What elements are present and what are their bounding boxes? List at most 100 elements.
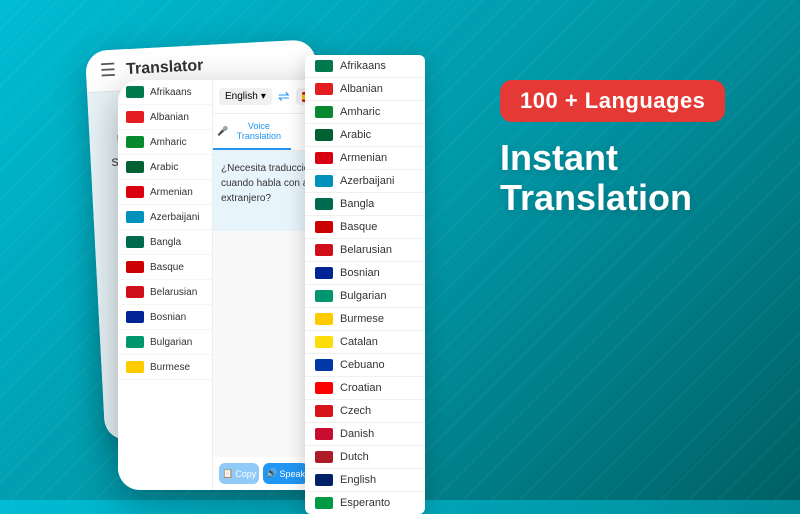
sidebar-language-item[interactable]: Azerbaijani [118,205,212,230]
phone-back-title: Translator [126,57,204,79]
flag-icon [126,311,144,323]
hamburger-icon: ☰ [99,60,116,82]
dropdown-language-item[interactable]: Afrikaans [305,55,425,78]
language-name: Czech [340,405,371,417]
language-name: English [340,474,376,486]
language-name: Azerbaijani [340,175,394,187]
swap-languages-icon[interactable]: ⇌ [276,88,292,105]
language-name: Burmese [340,313,384,325]
dropdown-language-item[interactable]: Burmese [305,308,425,331]
dropdown-language-item[interactable]: Bosnian [305,262,425,285]
dropdown-language-item[interactable]: English [305,469,425,492]
flag-icon [315,152,333,164]
flag-icon [126,236,144,248]
flag-icon [126,161,144,173]
dropdown-language-item[interactable]: Basque [305,216,425,239]
sidebar-language-item[interactable]: Basque [118,255,212,280]
flag-icon [126,86,144,98]
flag-icon [126,361,144,373]
sidebar-language-item[interactable]: Bulgarian [118,330,212,355]
dropdown-language-item[interactable]: Catalan [305,331,425,354]
flag-icon [126,261,144,273]
flag-icon [315,106,333,118]
flag-icon [315,359,333,371]
language-name: Belarusian [340,244,392,256]
language-name: Bulgarian [340,290,386,302]
language-dropdown[interactable]: Afrikaans Albanian Amharic Arabic Armenian Az… [305,55,425,514]
language-name: Esperanto [340,497,390,509]
language-name: Bosnian [340,267,380,279]
language-name: Bangla [150,237,181,248]
language-name: Arabic [340,129,371,141]
flag-icon [126,186,144,198]
dropdown-language-item[interactable]: Danish [305,423,425,446]
dropdown-language-item[interactable]: Bangla [305,193,425,216]
language-name: Bosnian [150,312,186,323]
right-content-panel: 100 + Languages Instant Translation [500,80,760,217]
dropdown-language-item[interactable]: Amharic [305,101,425,124]
dropdown-arrow-icon: ▾ [261,91,266,102]
dropdown-language-item[interactable]: Esperanto [305,492,425,514]
language-name: Burmese [150,362,190,373]
sidebar-language-item[interactable]: Bosnian [118,305,212,330]
sidebar-language-item[interactable]: Albanian [118,105,212,130]
dropdown-language-item[interactable]: Azerbaijani [305,170,425,193]
flag-icon [126,286,144,298]
language-name: Armenian [340,152,387,164]
flag-icon [315,428,333,440]
from-language-button[interactable]: English ▾ [219,88,272,105]
language-name: Afrikaans [340,60,386,72]
dropdown-language-item[interactable]: Armenian [305,147,425,170]
copy-button[interactable]: 📋 Copy [219,463,259,484]
flag-icon [315,474,333,486]
language-name: Amharic [340,106,380,118]
sidebar-language-item[interactable]: Amharic [118,130,212,155]
mic-icon: 🎤 [217,126,228,137]
flag-icon [126,111,144,123]
flag-icon [315,221,333,233]
language-name: Albanian [150,112,189,123]
language-name: Albanian [340,83,383,95]
sidebar-language-item[interactable]: Burmese [118,355,212,380]
language-name: Croatian [340,382,382,394]
sidebar-language-item[interactable]: Arabic [118,155,212,180]
language-name: Armenian [150,187,193,198]
copy-icon: 📋 [222,468,233,479]
dropdown-language-item[interactable]: Arabic [305,124,425,147]
from-language-label: English [225,91,258,102]
language-name: Basque [150,262,184,273]
language-name: Azerbaijani [150,212,199,223]
flag-icon [315,60,333,72]
sidebar-language-item[interactable]: Afrikaans [118,80,212,105]
flag-icon [315,175,333,187]
flag-icon [315,198,333,210]
dropdown-language-item[interactable]: Croatian [305,377,425,400]
dropdown-language-item[interactable]: Bulgarian [305,285,425,308]
flag-icon [315,497,333,509]
flag-icon [315,313,333,325]
flag-icon [315,451,333,463]
dropdown-language-item[interactable]: Dutch [305,446,425,469]
language-name: Basque [340,221,377,233]
flag-icon [315,267,333,279]
language-name: Dutch [340,451,369,463]
dropdown-language-item[interactable]: Albanian [305,78,425,101]
sidebar-language-item[interactable]: Armenian [118,180,212,205]
tagline-text: Instant Translation [500,138,692,217]
flag-icon [315,244,333,256]
language-name: Afrikaans [150,87,192,98]
dropdown-language-item[interactable]: Cebuano [305,354,425,377]
language-name: Arabic [150,162,178,173]
language-name: Danish [340,428,374,440]
dropdown-language-item[interactable]: Czech [305,400,425,423]
tab-voice-translation[interactable]: 🎤 Voice Translation [213,114,291,150]
dropdown-language-item[interactable]: Belarusian [305,239,425,262]
speaker-icon: 🔊 [266,468,277,479]
sidebar-language-item[interactable]: Bangla [118,230,212,255]
language-name: Belarusian [150,287,197,298]
speak-button[interactable]: 🔊 Speak [263,463,308,484]
sidebar-language-item[interactable]: Belarusian [118,280,212,305]
flag-icon [315,83,333,95]
flag-icon [315,290,333,302]
language-name: Bulgarian [150,337,192,348]
